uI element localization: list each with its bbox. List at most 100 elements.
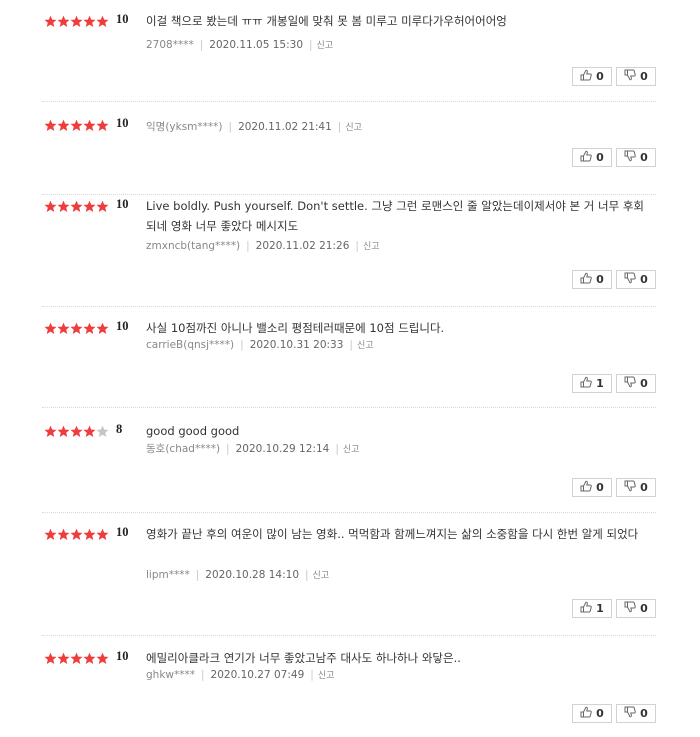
thumbs-up-icon [580, 480, 596, 495]
thumbs-down-icon [624, 601, 640, 616]
star-filled-icon [44, 652, 57, 665]
star-filled-icon [83, 200, 96, 213]
like-count: 0 [596, 70, 604, 83]
reviewer-id: ghkw**** [146, 669, 195, 681]
star-rating [44, 524, 109, 544]
review-date: 2020.11.02 21:41 [238, 121, 332, 133]
report-link[interactable]: 신고 [357, 341, 374, 351]
star-rating [44, 648, 109, 668]
star-filled-icon [83, 322, 96, 335]
vote-buttons: 00 [572, 148, 656, 167]
star-filled-icon [57, 200, 70, 213]
divider: | [195, 569, 200, 581]
report-link[interactable]: 신고 [318, 671, 335, 681]
like-button[interactable]: 0 [572, 270, 612, 289]
dislike-count: 0 [640, 377, 648, 390]
rating-score: 10 [116, 12, 129, 26]
star-filled-icon [83, 528, 96, 541]
like-count: 1 [596, 377, 604, 390]
thumbs-down-icon [624, 69, 640, 84]
like-button[interactable]: 0 [572, 704, 612, 723]
reviewer-id: 2708**** [146, 39, 194, 51]
star-filled-icon [44, 425, 57, 438]
reviewer-id: zmxncb(tang****) [146, 240, 241, 252]
like-count: 0 [596, 151, 604, 164]
star-filled-icon [83, 425, 96, 438]
like-button[interactable]: 0 [572, 67, 612, 86]
review-item: 10 영화가 끝난 후의 여운이 많이 남는 영화.. 먹먹함과 함께느껴지는 삶… [42, 524, 656, 636]
star-filled-icon [70, 652, 83, 665]
vote-buttons: 00 [572, 270, 656, 289]
review-date: 2020.10.27 07:49 [210, 669, 305, 681]
divider: | [228, 121, 233, 133]
rating-score: 10 [116, 649, 129, 663]
review-meta: lipm**** | 2020.10.28 14:10 | 신고 [146, 568, 329, 581]
dislike-count: 0 [640, 481, 648, 494]
review-text: 영화가 끝난 후의 여운이 많이 남는 영화.. 먹먹함과 함께느껴지는 삶의 … [146, 527, 639, 541]
reviewer-id: lipm**** [146, 569, 190, 581]
thumbs-down-icon [624, 272, 640, 287]
star-filled-icon [70, 200, 83, 213]
divider: | [310, 669, 314, 681]
review-date: 2020.11.02 21:26 [255, 240, 350, 252]
review-item: 10 Live boldly. Push yourself. Don't sett… [42, 196, 656, 307]
divider: | [199, 39, 204, 51]
rating-score: 10 [116, 525, 129, 539]
dislike-button[interactable]: 0 [616, 478, 656, 497]
star-rating [44, 318, 109, 338]
dislike-button[interactable]: 0 [616, 148, 656, 167]
dislike-button[interactable]: 0 [616, 67, 656, 86]
thumbs-down-icon [624, 376, 640, 391]
dislike-button[interactable]: 0 [616, 270, 656, 289]
like-button[interactable]: 0 [572, 478, 612, 497]
report-link[interactable]: 신고 [343, 445, 360, 455]
like-count: 0 [596, 481, 604, 494]
review-meta: 동호(chad****) | 2020.10.29 12:14 | 신고 [146, 441, 359, 456]
reviewer-id: carrieB(qnsj****) [146, 339, 235, 351]
vote-buttons: 10 [572, 599, 656, 618]
like-count: 0 [596, 707, 604, 720]
review-date: 2020.10.28 14:10 [205, 569, 299, 581]
review-date: 2020.10.31 20:33 [249, 339, 344, 351]
review-meta: 2708**** | 2020.11.05 15:30 | 신고 [146, 38, 333, 51]
like-button[interactable]: 0 [572, 148, 612, 167]
star-filled-icon [70, 322, 83, 335]
dislike-count: 0 [640, 70, 648, 83]
thumbs-down-icon [624, 480, 640, 495]
star-filled-icon [57, 119, 70, 132]
dislike-button[interactable]: 0 [616, 599, 656, 618]
review-meta: carrieB(qnsj****) | 2020.10.31 20:33 | 신고 [146, 338, 374, 351]
dislike-count: 0 [640, 602, 648, 615]
rating-score: 8 [116, 422, 123, 436]
vote-buttons: 00 [572, 704, 656, 723]
divider: | [246, 240, 250, 252]
report-link[interactable]: 신고 [313, 571, 330, 581]
divider: | [240, 339, 244, 351]
review-item: 10 사실 10점까진 아니나 밸소리 평점테러때문에 10점 드립니다. carr… [42, 318, 656, 408]
thumbs-up-icon [580, 272, 596, 287]
star-empty-icon [96, 425, 109, 438]
thumbs-up-icon [580, 69, 596, 84]
review-date: 2020.10.29 12:14 [235, 443, 330, 455]
review-text: 사실 10점까진 아니나 밸소리 평점테러때문에 10점 드립니다. [146, 321, 445, 335]
report-link[interactable]: 신고 [317, 41, 334, 51]
star-filled-icon [57, 425, 70, 438]
star-filled-icon [70, 119, 83, 132]
thumbs-up-icon [580, 150, 596, 165]
dislike-button[interactable]: 0 [616, 704, 656, 723]
like-button[interactable]: 1 [572, 599, 612, 618]
dislike-count: 0 [640, 707, 648, 720]
thumbs-up-icon [580, 601, 596, 616]
review-meta: zmxncb(tang****) | 2020.11.02 21:26 | 신고 [146, 239, 380, 252]
divider: | [355, 240, 359, 252]
star-filled-icon [44, 528, 57, 541]
like-button[interactable]: 1 [572, 374, 612, 393]
report-link[interactable]: 신고 [345, 123, 362, 133]
dislike-button[interactable]: 0 [616, 374, 656, 393]
report-link[interactable]: 신고 [363, 242, 380, 252]
reviewer-id: 동호(chad****) [146, 443, 221, 455]
rating-score: 10 [116, 319, 129, 333]
divider: | [309, 39, 313, 51]
divider: | [335, 443, 339, 455]
vote-buttons: 00 [572, 478, 656, 497]
